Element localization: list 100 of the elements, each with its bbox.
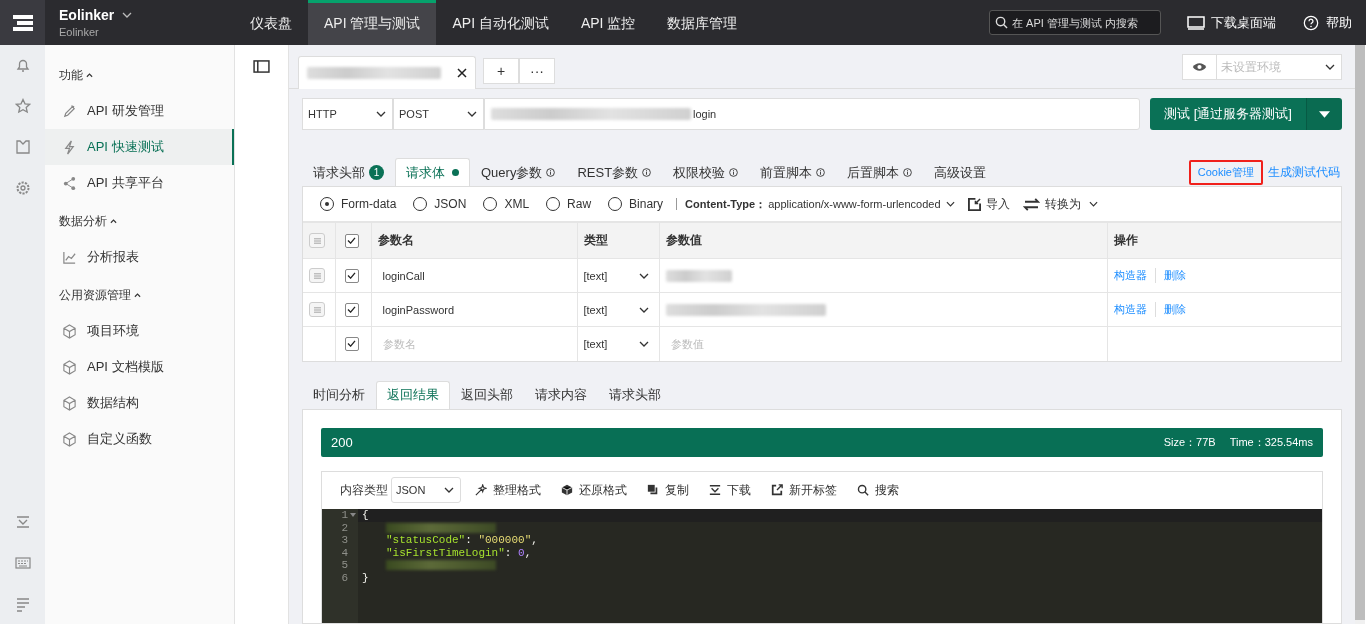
code-line: "isFirstTimeLogin": 0, <box>385 546 532 559</box>
row-action-link[interactable]: 构造器 <box>1113 302 1155 317</box>
sidebar-item[interactable]: API 研发管理 <box>45 93 234 129</box>
nav-tab[interactable]: API 管理与测试 <box>308 0 437 45</box>
sidebar-item[interactable]: 项目环境 <box>45 313 234 349</box>
toolbar-button[interactable]: 转换为 <box>1022 195 1098 213</box>
radio-option[interactable]: Binary <box>608 197 664 211</box>
row-action-link[interactable]: 删除 <box>1154 268 1194 283</box>
checkbox[interactable] <box>344 233 359 248</box>
toolbar-button[interactable]: 还原格式 <box>561 481 627 499</box>
row-action-link[interactable]: 构造器 <box>1113 268 1155 283</box>
star-icon[interactable] <box>14 98 31 114</box>
nav-tab[interactable]: 仪表盘 <box>234 0 308 45</box>
header-link[interactable]: 帮助 <box>1302 13 1352 32</box>
folder-icon[interactable] <box>14 139 31 155</box>
blurred-text <box>665 269 732 282</box>
toolbar-button[interactable]: 下载 <box>709 481 751 499</box>
sidebar-item[interactable]: API 快速测试 <box>45 129 234 165</box>
row-action-link[interactable]: 删除 <box>1154 302 1194 317</box>
sidebar-item[interactable]: API 共享平台 <box>45 165 234 201</box>
format-select[interactable]: JSON <box>391 477 461 503</box>
close-icon[interactable] <box>457 68 467 78</box>
response-tab[interactable]: 请求内容 <box>524 380 598 409</box>
sidebar-item[interactable]: API 文档模版 <box>45 349 234 385</box>
param-name[interactable]: loginPassword <box>377 303 455 316</box>
share-icon <box>62 175 77 191</box>
cube-icon <box>62 323 77 339</box>
checkbox[interactable] <box>344 268 359 283</box>
code-line: } <box>362 571 369 584</box>
send-button[interactable]: 测试 [通过服务器测试] <box>1150 98 1306 130</box>
line-number: 5 <box>340 559 348 572</box>
tab-button[interactable]: + <box>483 57 519 84</box>
response-tab[interactable]: 时间分析 <box>302 380 376 409</box>
radio-option[interactable]: XML <box>483 197 530 211</box>
tab-button[interactable]: ··· <box>519 57 555 84</box>
checkbox[interactable] <box>344 302 359 317</box>
response-tab[interactable]: 返回头部 <box>450 380 524 409</box>
toolbar-button[interactable]: 导入 <box>967 195 1010 213</box>
drag-handle[interactable] <box>309 268 325 283</box>
chevron-icon[interactable] <box>86 72 93 78</box>
toolbar-button[interactable]: 搜索 <box>857 481 899 499</box>
cube-icon <box>62 395 77 411</box>
toolbar-button[interactable]: 整理格式 <box>475 481 541 499</box>
settings-icon[interactable] <box>14 180 31 196</box>
fold-arrow-icon[interactable] <box>350 513 356 517</box>
response-tab[interactable]: 返回结果 <box>376 380 450 409</box>
sidebar-toggle-icon[interactable] <box>253 60 270 73</box>
checkbox[interactable] <box>344 336 359 351</box>
line-number: 1 <box>340 508 348 522</box>
request-tab[interactable]: 高级设置 <box>923 158 998 186</box>
header-link[interactable]: 下载桌面端 <box>1187 13 1276 32</box>
radio-option[interactable]: JSON <box>413 197 467 211</box>
request-tab[interactable]: REST参数 <box>566 158 663 186</box>
dropdown-button[interactable] <box>1306 98 1342 130</box>
line-number: 4 <box>340 546 348 559</box>
import-icon <box>967 197 981 211</box>
bell-icon[interactable] <box>14 57 31 73</box>
section-title: 公用资源管理 <box>59 286 131 304</box>
keyboard-icon[interactable] <box>14 555 31 571</box>
nav-tab[interactable]: API 自动化测试 <box>436 0 565 45</box>
request-tab[interactable]: Query参数 <box>470 158 567 186</box>
request-tab[interactable]: 后置脚本 <box>836 158 924 186</box>
request-tab[interactable]: 请求头部 1 <box>302 158 395 186</box>
triangle-down-icon <box>1319 110 1330 118</box>
chevron-icon[interactable] <box>134 292 141 298</box>
content-type-select[interactable]: Content-Type： application/x-www-form-urlencoded <box>685 196 955 212</box>
drag-handle[interactable] <box>309 302 325 317</box>
sidebar-item[interactable]: 自定义函数 <box>45 421 234 457</box>
chevron-down-icon <box>376 111 386 117</box>
method-select[interactable]: POST <box>393 98 484 130</box>
swap-icon <box>1022 197 1040 211</box>
protocol-select[interactable]: HTTP <box>302 98 393 130</box>
toolbar-button[interactable]: 复制 <box>647 481 689 499</box>
request-tab[interactable]: 前置脚本 <box>749 158 837 186</box>
response-tab[interactable]: 请求头部 <box>598 380 672 409</box>
chevron-icon[interactable] <box>110 218 117 224</box>
request-tab[interactable]: 权限校验 <box>662 158 750 186</box>
radio-option[interactable]: Raw <box>546 197 592 211</box>
download-icon <box>709 484 721 496</box>
sidebar-item[interactable]: 数据结构 <box>45 385 234 421</box>
tray-icon[interactable] <box>14 514 31 530</box>
drag-handle[interactable] <box>309 233 325 248</box>
search-field[interactable]: 在 API 管理与测试 内搜索 <box>989 10 1161 35</box>
url-field[interactable]: login <box>484 98 1140 130</box>
request-tab[interactable]: 请求体 <box>395 158 470 186</box>
code-line: "statusCode": "000000", <box>385 534 538 547</box>
scrollbar-thumb[interactable] <box>1355 45 1365 620</box>
section-title: 功能 <box>59 66 83 84</box>
radio-option[interactable]: Form-data <box>320 197 397 211</box>
sidebar-item[interactable]: 分析报表 <box>45 239 234 275</box>
help-icon <box>1302 14 1320 31</box>
toolbar-button[interactable]: 新开标签 <box>771 481 837 499</box>
section-title: 数据分析 <box>59 212 107 230</box>
param-name[interactable]: loginCall <box>377 269 425 282</box>
workspace-subtitle: Eolinker <box>59 26 100 38</box>
chevron-down-icon[interactable] <box>122 12 133 18</box>
nav-tab[interactable]: 数据库管理 <box>651 0 754 45</box>
chevron-down-icon <box>467 111 477 117</box>
chevron-down-icon <box>1088 201 1098 207</box>
nav-tab[interactable]: API 监控 <box>564 0 652 45</box>
